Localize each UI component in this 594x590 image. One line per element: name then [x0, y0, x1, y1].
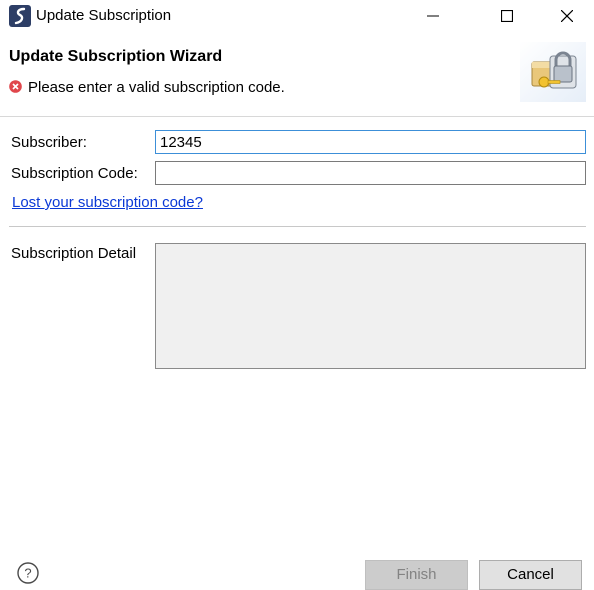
wizard-title: Update Subscription Wizard: [9, 48, 223, 65]
finish-button[interactable]: Finish: [365, 560, 468, 590]
lock-key-icon: [520, 42, 586, 102]
subscriber-label: Subscriber:: [11, 134, 87, 151]
subscriber-field[interactable]: [155, 130, 586, 154]
subscription-detail-label: Subscription Detail: [11, 245, 137, 262]
help-icon[interactable]: ?: [17, 562, 39, 584]
minimize-icon[interactable]: [410, 0, 456, 32]
cancel-button[interactable]: Cancel: [479, 560, 582, 590]
svg-text:?: ?: [24, 566, 31, 581]
subscription-code-field[interactable]: [155, 161, 586, 185]
close-icon[interactable]: [544, 0, 590, 32]
title-bar[interactable]: Update Subscription: [0, 0, 594, 32]
subscription-detail-box[interactable]: [155, 243, 586, 369]
maximize-icon[interactable]: [484, 0, 530, 32]
lost-code-link[interactable]: Lost your subscription code?: [12, 194, 203, 211]
wizard-header: Update Subscription Wizard Please enter …: [0, 32, 594, 116]
app-icon: [9, 5, 31, 27]
header-separator: [0, 116, 594, 117]
error-icon: [9, 80, 22, 93]
window-title: Update Subscription: [36, 7, 172, 24]
form-separator: [9, 226, 586, 227]
error-message: Please enter a valid subscription code.: [28, 79, 285, 96]
subscription-code-label: Subscription Code:: [11, 165, 138, 182]
